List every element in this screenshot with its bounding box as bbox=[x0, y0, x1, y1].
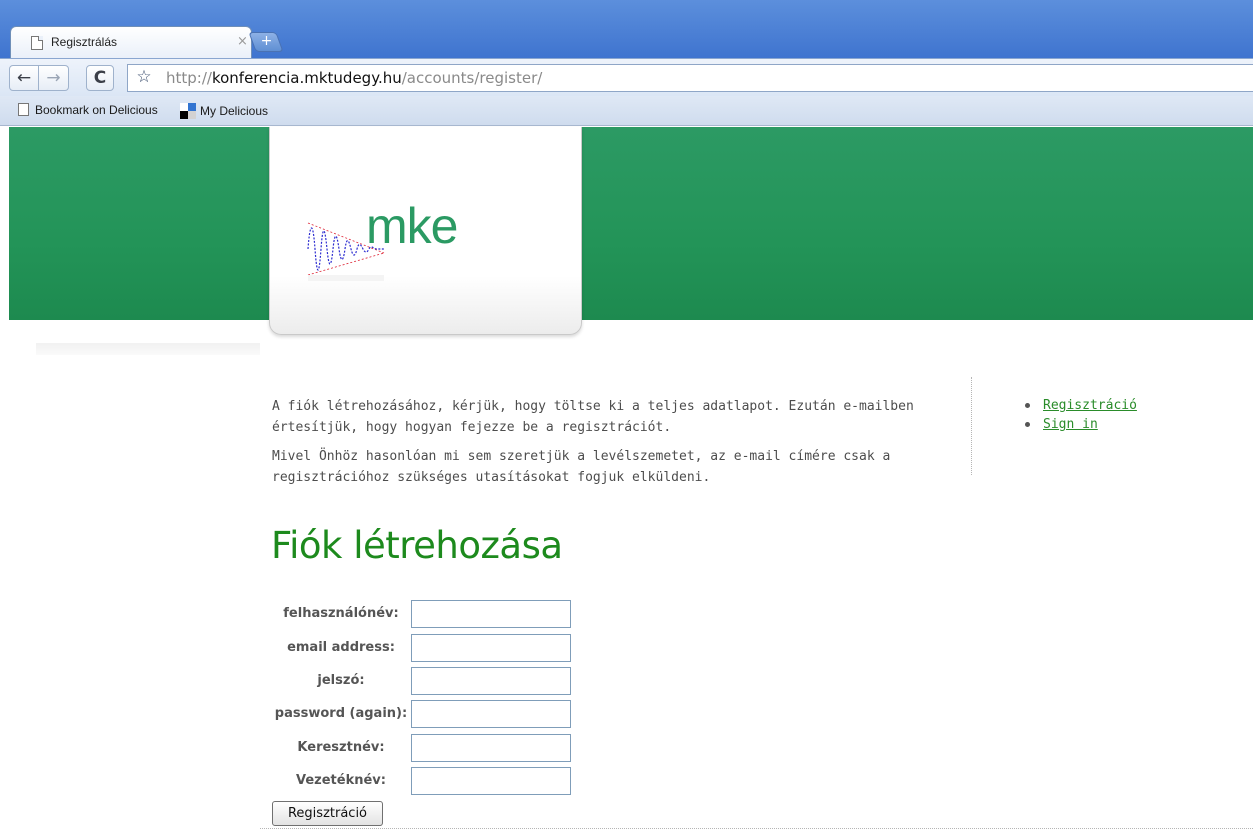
username-label: felhasználónév: bbox=[283, 606, 399, 621]
email-input[interactable] bbox=[411, 634, 571, 662]
new-tab-button[interactable]: + bbox=[248, 32, 284, 52]
bookmark-label: Bookmark on Delicious bbox=[35, 103, 158, 117]
list-item: Sign in bbox=[1022, 415, 1137, 434]
password-again-input[interactable] bbox=[411, 700, 571, 728]
header-banner bbox=[9, 127, 1253, 320]
first-name-label: Keresztnév: bbox=[297, 740, 385, 755]
delicious-icon bbox=[180, 103, 196, 119]
sidebar-links: Regisztráció Sign in bbox=[1022, 396, 1137, 434]
footer-divider bbox=[260, 828, 1253, 829]
browser-titlebar: Regisztrálás × + bbox=[0, 0, 1253, 58]
intro-paragraph: Mivel Önhöz hasonlóan mi sem szeretjük a… bbox=[272, 449, 891, 485]
form-row-password-again: password (again): bbox=[272, 700, 572, 730]
register-link[interactable]: Regisztráció bbox=[1043, 398, 1137, 413]
url-text: http://konferencia.mktudegy.hu/accounts/… bbox=[166, 69, 542, 87]
password-input[interactable] bbox=[411, 667, 571, 695]
logo-card[interactable]: mke bbox=[269, 127, 582, 335]
page-title: Fiók létrehozása bbox=[271, 524, 563, 567]
page-icon bbox=[18, 103, 29, 116]
page-left-edge bbox=[0, 127, 9, 836]
form-row-password: jelszó: bbox=[272, 667, 572, 697]
page-icon bbox=[31, 36, 43, 50]
star-icon[interactable]: ☆ bbox=[130, 65, 158, 91]
address-bar[interactable]: http://konferencia.mktudegy.hu/accounts/… bbox=[127, 64, 1253, 92]
intro-paragraph: A fiók létrehozásához, kérjük, hogy tölt… bbox=[272, 399, 914, 435]
last-name-input[interactable] bbox=[411, 767, 571, 795]
url-host: konferencia.mktudegy.hu bbox=[211, 69, 402, 87]
back-button[interactable]: ← bbox=[9, 65, 39, 91]
plus-icon: + bbox=[260, 33, 273, 49]
close-icon[interactable]: × bbox=[237, 34, 248, 49]
browser-toolbar: ← → C http://konferencia.mktudegy.hu/acc… bbox=[0, 58, 1253, 96]
sign-in-link[interactable]: Sign in bbox=[1043, 417, 1098, 432]
url-path: /accounts/register/ bbox=[401, 69, 543, 87]
first-name-input[interactable] bbox=[411, 734, 571, 762]
url-scheme: http:// bbox=[166, 69, 212, 87]
left-column-shade bbox=[36, 343, 260, 355]
form-row-username: felhasználónév: bbox=[272, 600, 572, 630]
form-row-email: email address: bbox=[272, 634, 572, 664]
form-row-first-name: Keresztnév: bbox=[272, 734, 572, 764]
tab-title: Regisztrálás bbox=[51, 35, 118, 49]
password-again-label: password (again): bbox=[274, 706, 408, 721]
bookmark-delicious[interactable]: Bookmark on Delicious bbox=[18, 103, 158, 117]
last-name-label: Vezetéknév: bbox=[296, 773, 386, 788]
sidebar-divider bbox=[971, 377, 972, 475]
register-button[interactable]: Regisztráció bbox=[272, 801, 383, 826]
forward-button[interactable]: → bbox=[39, 65, 69, 91]
browser-tab[interactable]: Regisztrálás × bbox=[10, 26, 252, 58]
email-label: email address: bbox=[287, 640, 395, 655]
form-row-last-name: Vezetéknév: bbox=[272, 767, 572, 797]
intro-text: A fiók létrehozásához, kérjük, hogy tölt… bbox=[272, 396, 952, 496]
bookmark-label: My Delicious bbox=[200, 104, 269, 118]
bookmark-my-delicious[interactable]: My Delicious bbox=[180, 103, 268, 119]
reload-button[interactable]: C bbox=[86, 65, 114, 91]
logo-text: mke bbox=[366, 198, 458, 254]
bookmarks-bar: Bookmark on Delicious My Delicious bbox=[0, 96, 1253, 126]
password-label: jelszó: bbox=[317, 673, 365, 688]
username-input[interactable] bbox=[411, 600, 571, 628]
list-item: Regisztráció bbox=[1022, 396, 1137, 415]
